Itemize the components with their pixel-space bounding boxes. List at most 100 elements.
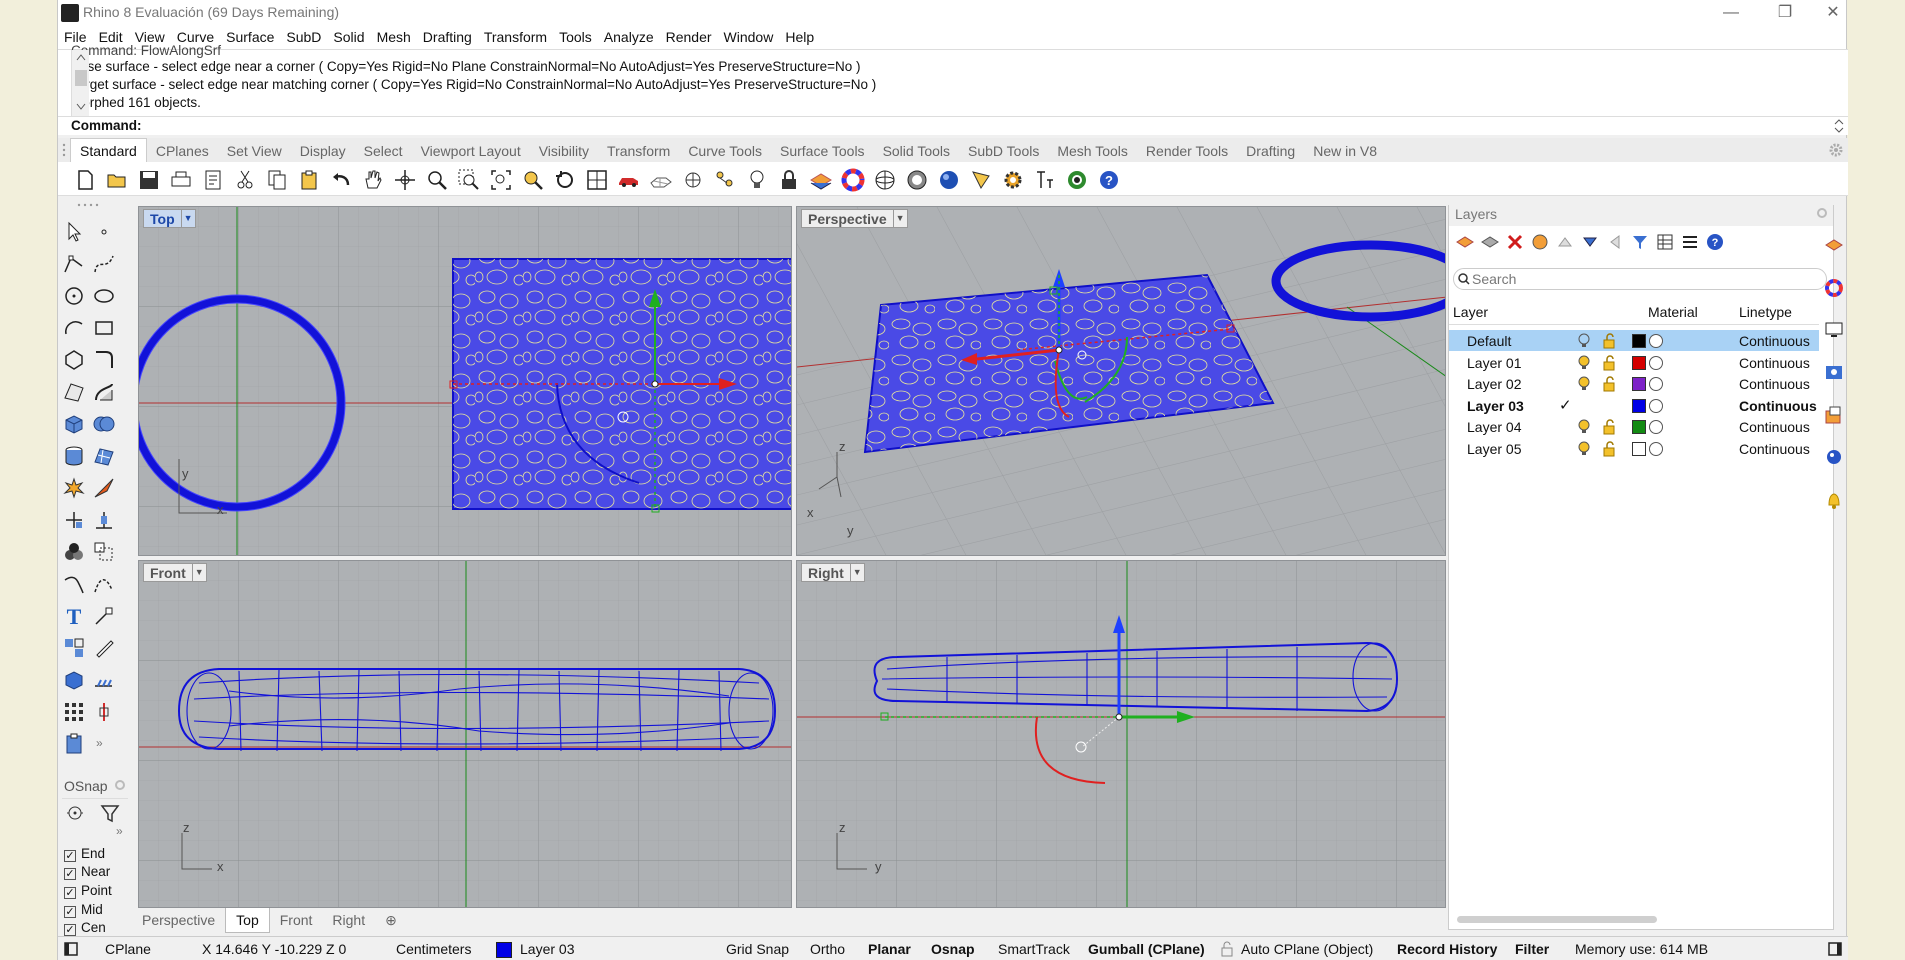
- autocplane-toggle[interactable]: Auto CPlane (Object): [1241, 941, 1373, 957]
- viewport-perspective-title[interactable]: Perspective ▼: [801, 209, 908, 228]
- viewport-right[interactable]: z y Right ▼: [796, 560, 1446, 908]
- notifications-bell-icon[interactable]: [1824, 490, 1844, 510]
- add-viewport-tab-icon[interactable]: ⊕: [375, 908, 407, 933]
- visibility-bulb-icon[interactable]: [1577, 441, 1591, 457]
- menu-transform[interactable]: Transform: [478, 26, 553, 45]
- zoom-window-icon[interactable]: [457, 168, 481, 192]
- light-bulb-icon[interactable]: [745, 168, 769, 192]
- gumball-toggle[interactable]: Gumball (CPlane): [1088, 941, 1205, 957]
- osnap-toggle[interactable]: Osnap: [931, 941, 975, 957]
- rotate-view-icon[interactable]: [393, 168, 417, 192]
- layer-row[interactable]: Default Continuous: [1449, 330, 1819, 351]
- tab-surface-tools[interactable]: Surface Tools: [771, 139, 874, 163]
- layer-row[interactable]: Layer 03 ✓ Continuous: [1449, 395, 1819, 416]
- text-dot-icon[interactable]: [1033, 168, 1057, 192]
- boolean-union-icon[interactable]: [92, 412, 116, 436]
- tab-transform[interactable]: Transform: [598, 139, 679, 163]
- autocplane-lock-icon[interactable]: [1221, 941, 1233, 957]
- viewport-perspective[interactable]: z x y Perspective ▼: [796, 206, 1446, 556]
- menu-subd[interactable]: SubD: [280, 26, 327, 45]
- scale-icon[interactable]: [92, 540, 116, 564]
- grid-array-icon[interactable]: [62, 700, 86, 724]
- menu-tools[interactable]: Tools: [553, 26, 598, 45]
- paste-icon[interactable]: [297, 168, 321, 192]
- mesh-icon[interactable]: [92, 444, 116, 468]
- viewport-right-title[interactable]: Right ▼: [801, 563, 865, 582]
- layer-color-swatch[interactable]: [1632, 398, 1646, 413]
- layer-row[interactable]: Layer 05 Continuous: [1449, 438, 1819, 459]
- ellipse-icon[interactable]: [92, 284, 116, 308]
- wireframe-icon[interactable]: [649, 168, 673, 192]
- new-file-icon[interactable]: [73, 168, 97, 192]
- layer-color-swatch[interactable]: [1632, 377, 1646, 391]
- move-layer-out-icon[interactable]: [1605, 232, 1625, 252]
- fillet-curve-icon[interactable]: [92, 348, 116, 372]
- tab-visibility[interactable]: Visibility: [530, 139, 598, 163]
- menu-icon[interactable]: [1680, 232, 1700, 252]
- copy-icon[interactable]: [265, 168, 289, 192]
- new-sublayer-icon[interactable]: [1480, 232, 1500, 252]
- layer-linetype[interactable]: Continuous: [1739, 419, 1810, 435]
- materials-sphere-icon[interactable]: [937, 168, 961, 192]
- unlock-icon[interactable]: [1603, 419, 1617, 435]
- dimension-tool-icon[interactable]: [92, 604, 116, 628]
- point-icon[interactable]: [92, 220, 116, 244]
- unlock-icon[interactable]: [1603, 376, 1617, 392]
- align-icon[interactable]: [92, 508, 116, 532]
- menu-surface[interactable]: Surface: [220, 26, 280, 45]
- move-layer-down-icon[interactable]: [1580, 232, 1600, 252]
- group-icon[interactable]: [62, 636, 86, 660]
- command-spin-icon[interactable]: [1832, 118, 1846, 134]
- viewport-tab-top[interactable]: Top: [225, 908, 270, 933]
- curve-icon[interactable]: [92, 252, 116, 276]
- units-label[interactable]: Centimeters: [396, 941, 471, 957]
- menu-solid[interactable]: Solid: [327, 26, 370, 45]
- layer-linetype[interactable]: Continuous: [1739, 441, 1810, 457]
- tab-display[interactable]: Display: [291, 139, 355, 163]
- dimension-icon[interactable]: [969, 168, 993, 192]
- tab-render-tools[interactable]: Render Tools: [1137, 139, 1237, 163]
- lock-icon[interactable]: [777, 168, 801, 192]
- block-icon[interactable]: [62, 668, 86, 692]
- cplane-label[interactable]: CPlane: [105, 941, 151, 957]
- osnap-more[interactable]: »: [116, 824, 123, 838]
- osnap-cursor-icon[interactable]: [681, 168, 705, 192]
- layer-material-icon[interactable]: [1649, 420, 1663, 434]
- panel-toggle-icon[interactable]: [64, 942, 78, 956]
- cut-icon[interactable]: [233, 168, 257, 192]
- osnap-point-filter-icon[interactable]: [63, 802, 87, 824]
- minimize-button[interactable]: —: [1708, 2, 1754, 24]
- zoom-dynamic-icon[interactable]: [425, 168, 449, 192]
- tab-viewport-layout[interactable]: Viewport Layout: [412, 139, 530, 163]
- tab-standard[interactable]: Standard: [70, 138, 147, 162]
- edit-points-icon[interactable]: [92, 636, 116, 660]
- tab-set-view[interactable]: Set View: [218, 139, 291, 163]
- layer-linetype[interactable]: Continuous: [1739, 398, 1817, 414]
- layers-help-icon[interactable]: ?: [1705, 232, 1725, 252]
- column-layer[interactable]: Layer: [1453, 304, 1488, 320]
- layer-color-swatch[interactable]: [1632, 441, 1646, 456]
- tab-select[interactable]: Select: [355, 139, 412, 163]
- layer-linetype[interactable]: Continuous: [1739, 355, 1810, 371]
- viewport-tab-right[interactable]: Right: [322, 908, 375, 932]
- funnel-filter-icon[interactable]: [1630, 232, 1650, 252]
- layer-filter-icon[interactable]: [1530, 232, 1550, 252]
- explode-icon[interactable]: [62, 476, 86, 500]
- layer-color-swatch[interactable]: [1632, 420, 1646, 434]
- python-icon[interactable]: [1065, 168, 1089, 192]
- layer-color-swatch[interactable]: [1632, 355, 1646, 370]
- pan-hand-icon[interactable]: [361, 168, 385, 192]
- table-view-icon[interactable]: [1655, 232, 1675, 252]
- polygon-icon[interactable]: [62, 348, 86, 372]
- points-toggle-icon[interactable]: [713, 168, 737, 192]
- delete-layer-icon[interactable]: [1505, 232, 1525, 252]
- arc-icon[interactable]: [62, 316, 86, 340]
- text-icon[interactable]: T: [62, 604, 86, 628]
- tab-new-in-v8[interactable]: New in V8: [1304, 139, 1386, 163]
- tab-drafting[interactable]: Drafting: [1237, 139, 1304, 163]
- viewport-front-title[interactable]: Front ▼: [143, 563, 207, 582]
- viewport-front[interactable]: z x Front ▼: [138, 560, 792, 908]
- osnap-point-checkbox[interactable]: ✓ Point: [64, 883, 112, 899]
- menu-render[interactable]: Render: [660, 26, 718, 45]
- array-icon[interactable]: [62, 540, 86, 564]
